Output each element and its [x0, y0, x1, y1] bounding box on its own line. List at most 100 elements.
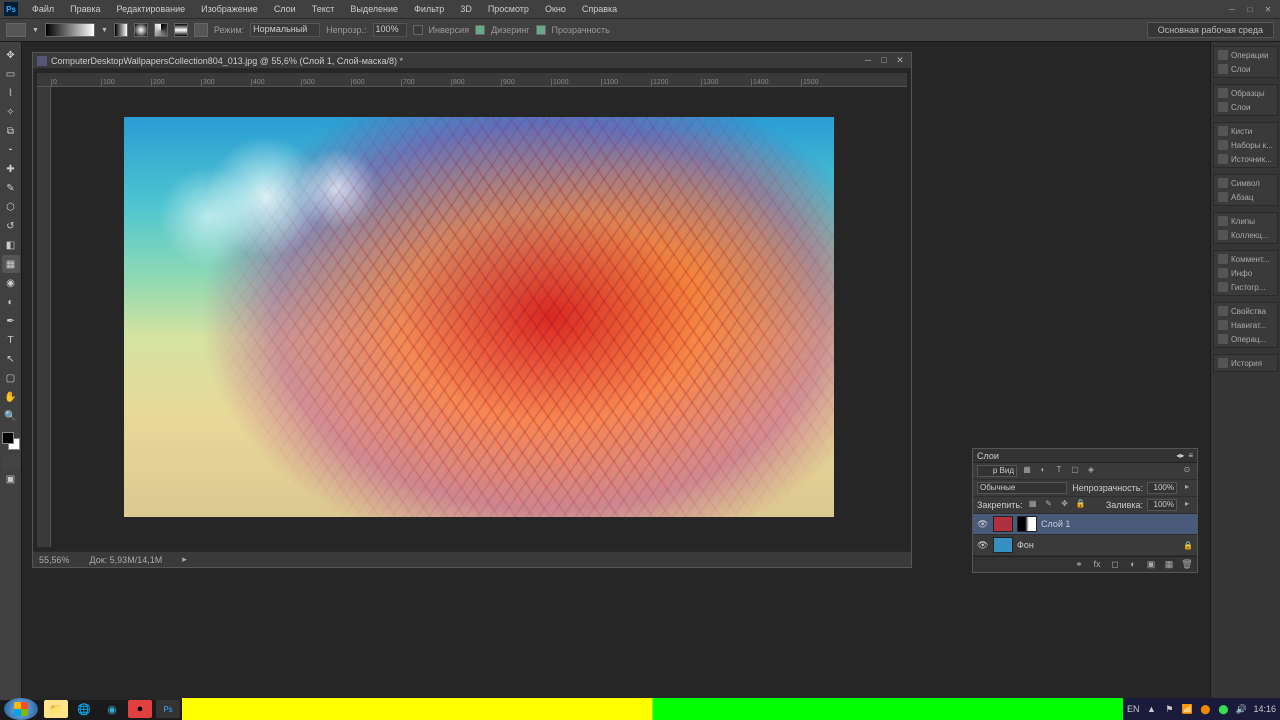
taskbar-browser-icon[interactable]: 🌐: [72, 700, 96, 718]
tray-flag-icon[interactable]: ⚑: [1163, 703, 1175, 715]
gradient-angle-button[interactable]: [154, 23, 168, 37]
new-group-button[interactable]: ▣: [1145, 559, 1157, 571]
foreground-color[interactable]: [2, 432, 14, 444]
quick-mask-toggle[interactable]: [2, 455, 20, 469]
panel-clips[interactable]: Клипы: [1216, 215, 1275, 227]
tool-preset-picker[interactable]: [6, 23, 26, 37]
panel-collections[interactable]: Коллекц...: [1216, 229, 1275, 241]
panel-info[interactable]: Инфо: [1216, 267, 1275, 279]
filter-toggle[interactable]: ⊙: [1181, 465, 1193, 477]
doc-close-button[interactable]: ✕: [893, 55, 907, 67]
panel-clone-source[interactable]: Источник...: [1216, 153, 1275, 165]
path-tool[interactable]: ↖: [2, 350, 20, 368]
adjustment-layer-button[interactable]: ◐: [1127, 559, 1139, 571]
menu-edit[interactable]: Правка: [62, 2, 108, 16]
eyedropper-tool[interactable]: ⁃: [2, 141, 20, 159]
layer-opacity-input[interactable]: 100%: [1147, 482, 1177, 494]
panel-navigator[interactable]: Навигат...: [1216, 319, 1275, 331]
layer-row[interactable]: 👁 Слой 1: [973, 514, 1197, 535]
opacity-scrub-icon[interactable]: ▸: [1181, 482, 1193, 494]
panel-layers-2[interactable]: Слои: [1216, 101, 1275, 113]
panel-history[interactable]: История: [1216, 357, 1275, 369]
blend-mode-select[interactable]: Нормальный: [250, 23, 320, 37]
menu-3d[interactable]: 3D: [452, 2, 480, 16]
clock[interactable]: 14:16: [1253, 704, 1276, 714]
panel-menu-icon[interactable]: ≡: [1188, 451, 1193, 460]
tray-update-icon[interactable]: ⬤: [1217, 703, 1229, 715]
delete-layer-button[interactable]: 🗑: [1181, 559, 1193, 571]
menu-window[interactable]: Окно: [537, 2, 574, 16]
panel-actions[interactable]: Операц...: [1216, 333, 1275, 345]
gradient-reflected-button[interactable]: [174, 23, 188, 37]
heal-tool[interactable]: ✚: [2, 160, 20, 178]
add-mask-button[interactable]: ◻: [1109, 559, 1121, 571]
layer-visibility-toggle[interactable]: 👁: [977, 519, 989, 530]
stamp-tool[interactable]: ⬡: [2, 198, 20, 216]
panel-brushes[interactable]: Кисти: [1216, 125, 1275, 137]
zoom-level[interactable]: 55,56%: [39, 555, 70, 565]
history-brush-tool[interactable]: ↺: [2, 217, 20, 235]
layer-name[interactable]: Фон: [1017, 540, 1179, 550]
panel-paragraph[interactable]: Абзац: [1216, 191, 1275, 203]
wand-tool[interactable]: ✧: [2, 103, 20, 121]
minimize-button[interactable]: ─: [1224, 3, 1240, 15]
gradient-tool[interactable]: ▦: [2, 255, 20, 273]
document-titlebar[interactable]: ComputerDesktopWallpapersCollection804_0…: [33, 53, 911, 69]
reverse-checkbox[interactable]: [413, 25, 423, 35]
layer-thumbnail[interactable]: [993, 516, 1013, 532]
menu-select[interactable]: Выделение: [342, 2, 406, 16]
color-swatch[interactable]: [2, 432, 20, 450]
layer-fx-button[interactable]: fx: [1091, 559, 1103, 571]
layer-name[interactable]: Слой 1: [1041, 519, 1193, 529]
move-tool[interactable]: ✥: [2, 46, 20, 64]
lock-transparency-icon[interactable]: ▦: [1027, 499, 1039, 511]
blend-mode-select[interactable]: Обычные: [977, 482, 1067, 494]
start-button[interactable]: [4, 698, 38, 720]
horizontal-ruler[interactable]: 0100200300400500600700800900100011001200…: [37, 73, 907, 87]
gradient-diamond-button[interactable]: [194, 23, 208, 37]
filter-adjust-icon[interactable]: ◐: [1037, 465, 1049, 477]
gradient-picker[interactable]: [45, 23, 95, 37]
tray-arrow-icon[interactable]: ▲: [1145, 703, 1157, 715]
gradient-linear-button[interactable]: [114, 23, 128, 37]
canvas[interactable]: [51, 87, 907, 547]
tray-shield-icon[interactable]: ⬤: [1199, 703, 1211, 715]
panel-swatches[interactable]: Образцы: [1216, 87, 1275, 99]
vertical-ruler[interactable]: [37, 87, 51, 547]
panel-brush-presets[interactable]: Наборы к...: [1216, 139, 1275, 151]
filter-smart-icon[interactable]: ◈: [1085, 465, 1097, 477]
screen-mode-button[interactable]: ▣: [2, 470, 20, 488]
layers-panel-titlebar[interactable]: Слои ◂▸ ≡: [973, 449, 1197, 463]
layer-row[interactable]: 👁 Фон 🔒: [973, 535, 1197, 556]
type-tool[interactable]: T: [2, 331, 20, 349]
workspace-switcher[interactable]: Основная рабочая среда: [1147, 22, 1274, 38]
dodge-tool[interactable]: ◐: [2, 293, 20, 311]
doc-info[interactable]: Док: 5,93M/14,1M: [90, 555, 163, 565]
panel-properties[interactable]: Свойства: [1216, 305, 1275, 317]
taskbar-media-icon[interactable]: ◉: [100, 700, 124, 718]
lasso-tool[interactable]: ⌇: [2, 84, 20, 102]
transparency-checkbox[interactable]: [536, 25, 546, 35]
language-indicator[interactable]: EN: [1127, 704, 1140, 714]
marquee-tool[interactable]: ▭: [2, 65, 20, 83]
tray-network-icon[interactable]: 📶: [1181, 703, 1193, 715]
filter-shape-icon[interactable]: ▢: [1069, 465, 1081, 477]
menu-layers[interactable]: Слои: [266, 2, 304, 16]
dropdown-icon[interactable]: ▼: [32, 27, 39, 34]
menu-help[interactable]: Справка: [574, 2, 625, 16]
layer-fill-input[interactable]: 100%: [1147, 499, 1177, 511]
layer-visibility-toggle[interactable]: 👁: [977, 540, 989, 551]
zoom-tool[interactable]: 🔍: [2, 407, 20, 425]
lock-all-icon[interactable]: 🔒: [1075, 499, 1087, 511]
menu-view[interactable]: Просмотр: [480, 2, 537, 16]
layer-mask-thumbnail[interactable]: [1017, 516, 1037, 532]
lock-position-icon[interactable]: ✥: [1059, 499, 1071, 511]
doc-maximize-button[interactable]: □: [877, 55, 891, 67]
hand-tool[interactable]: ✋: [2, 388, 20, 406]
taskbar-photoshop-icon[interactable]: Ps: [156, 700, 180, 718]
eraser-tool[interactable]: ◧: [2, 236, 20, 254]
taskbar-app-icon[interactable]: ●: [128, 700, 152, 718]
shape-tool[interactable]: ▢: [2, 369, 20, 387]
brush-tool[interactable]: ✎: [2, 179, 20, 197]
panel-histogram[interactable]: Гистогр...: [1216, 281, 1275, 293]
